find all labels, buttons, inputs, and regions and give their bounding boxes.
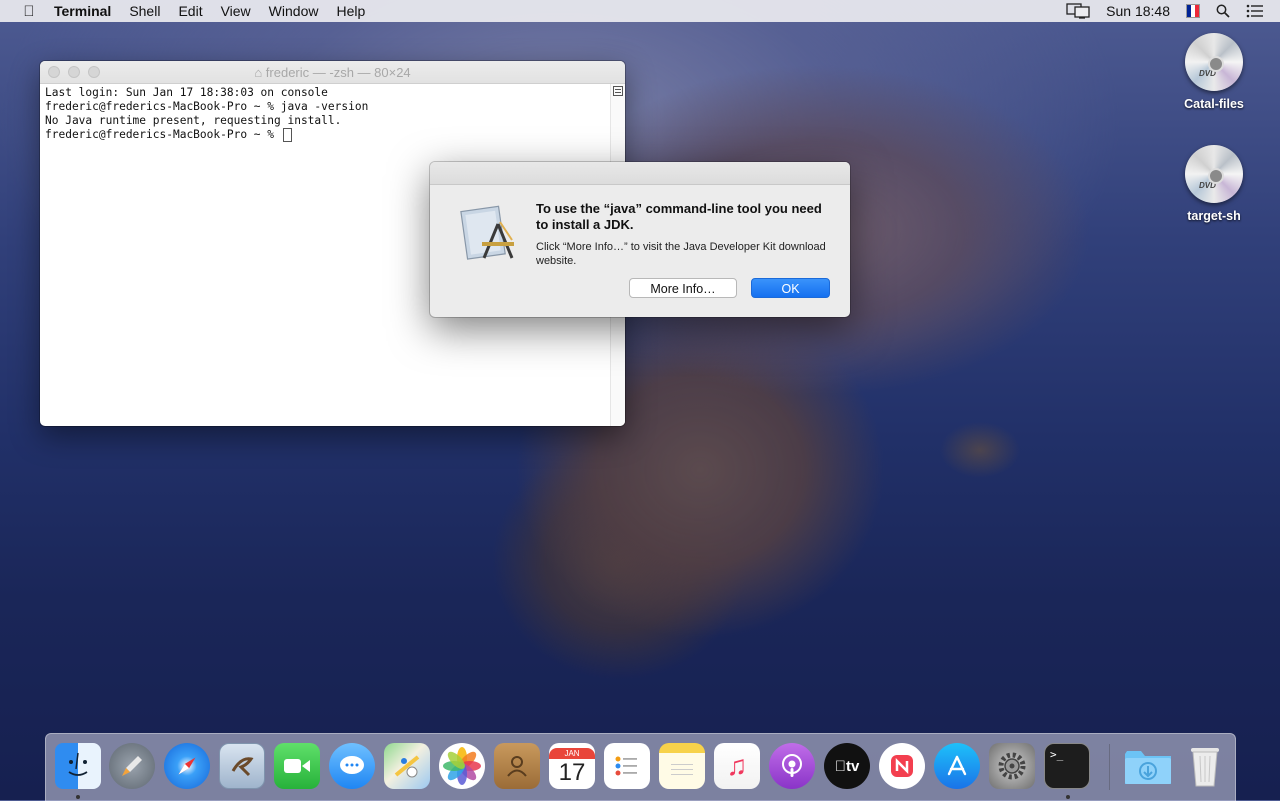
- menu-help[interactable]: Help: [336, 3, 365, 19]
- menu-bar:  Terminal Shell Edit View Window Help S…: [0, 0, 1280, 22]
- menu-shell[interactable]: Shell: [129, 3, 160, 19]
- safari-icon[interactable]: [164, 743, 210, 789]
- menu-edit[interactable]: Edit: [178, 3, 202, 19]
- podcasts-icon[interactable]: [769, 743, 815, 789]
- home-folder-icon: ⌂: [254, 65, 263, 80]
- desktop-item-target-sh[interactable]: DVD target-sh: [1164, 145, 1264, 223]
- terminal-icon[interactable]: >_: [1044, 743, 1090, 789]
- terminal-line: No Java runtime present, requesting inst…: [45, 114, 342, 127]
- messages-icon[interactable]: [329, 743, 375, 789]
- maps-icon[interactable]: [384, 743, 430, 789]
- menu-view[interactable]: View: [221, 3, 251, 19]
- tv-label: tv: [840, 757, 859, 775]
- more-info-button[interactable]: More Info…: [629, 278, 737, 298]
- menu-clock[interactable]: Sun 18:48: [1106, 3, 1170, 19]
- terminal-prompt-line: frederic@frederics-MacBook-Pro ~ %: [45, 128, 606, 142]
- dialog-message: Click “More Info…” to visit the Java Dev…: [536, 241, 826, 267]
- terminal-window-title: ⌂ frederic — -zsh — 80×24: [254, 65, 411, 80]
- app-store-icon[interactable]: [934, 743, 980, 789]
- downloads-folder-icon[interactable]: [1123, 743, 1173, 789]
- text-cursor: [282, 128, 292, 142]
- calendar-icon[interactable]: JAN 17: [549, 743, 595, 789]
- launchpad-icon[interactable]: [109, 743, 155, 789]
- trash-icon[interactable]: [1182, 743, 1228, 789]
- system-preferences-icon[interactable]: [989, 743, 1035, 789]
- terminal-line: frederic@frederics-MacBook-Pro ~ % java …: [45, 100, 369, 113]
- menu-window[interactable]: Window: [269, 3, 319, 19]
- running-indicator: [76, 795, 80, 799]
- contacts-icon[interactable]: [494, 743, 540, 789]
- music-icon[interactable]: ♫: [714, 743, 760, 789]
- terminal-prompt-glyph: >_: [1050, 748, 1064, 761]
- desktop-item-label: target-sh: [1187, 209, 1241, 223]
- calendar-day: 17: [558, 758, 586, 786]
- dock: JAN 17 ♫ tv >_: [45, 733, 1236, 801]
- terminal-prompt: frederic@frederics-MacBook-Pro ~ %: [45, 128, 281, 141]
- facetime-icon[interactable]: [274, 743, 320, 789]
- dvd-disc-icon: DVD: [1185, 145, 1243, 203]
- ok-button[interactable]: OK: [751, 278, 830, 298]
- install-jdk-dialog: To use the “java” command-line tool you …: [430, 162, 850, 317]
- running-indicator: [1066, 795, 1070, 799]
- mail-icon[interactable]: [219, 743, 265, 789]
- dock-separator: [1109, 744, 1110, 790]
- spotlight-search-icon[interactable]: [1216, 4, 1230, 18]
- calendar-month: JAN: [549, 747, 595, 759]
- dialog-titlebar[interactable]: [430, 162, 850, 185]
- terminal-line: Last login: Sun Jan 17 18:38:03 on conso…: [45, 86, 328, 99]
- input-source-flag-icon[interactable]: [1186, 4, 1200, 18]
- dvd-disc-icon: DVD: [1185, 33, 1243, 91]
- apple-menu-icon[interactable]: : [18, 3, 40, 20]
- display-mirroring-icon[interactable]: [1066, 3, 1090, 19]
- photos-icon[interactable]: [439, 743, 485, 789]
- desktop-item-catal-files[interactable]: DVD Catal-files: [1164, 33, 1264, 111]
- split-pane-icon[interactable]: [613, 86, 623, 96]
- finder-icon[interactable]: [55, 743, 101, 789]
- terminal-titlebar[interactable]: ⌂ frederic — -zsh — 80×24: [40, 61, 625, 84]
- notification-center-icon[interactable]: [1246, 4, 1264, 18]
- dialog-title: To use the “java” command-line tool you …: [536, 201, 822, 232]
- desktop-item-label: Catal-files: [1184, 97, 1244, 111]
- news-icon[interactable]: [879, 743, 925, 789]
- notes-icon[interactable]: [659, 743, 705, 789]
- menu-app-name[interactable]: Terminal: [54, 3, 111, 19]
- reminders-icon[interactable]: [604, 743, 650, 789]
- tv-icon[interactable]: tv: [824, 743, 870, 789]
- developer-tools-installer-icon: [460, 205, 514, 260]
